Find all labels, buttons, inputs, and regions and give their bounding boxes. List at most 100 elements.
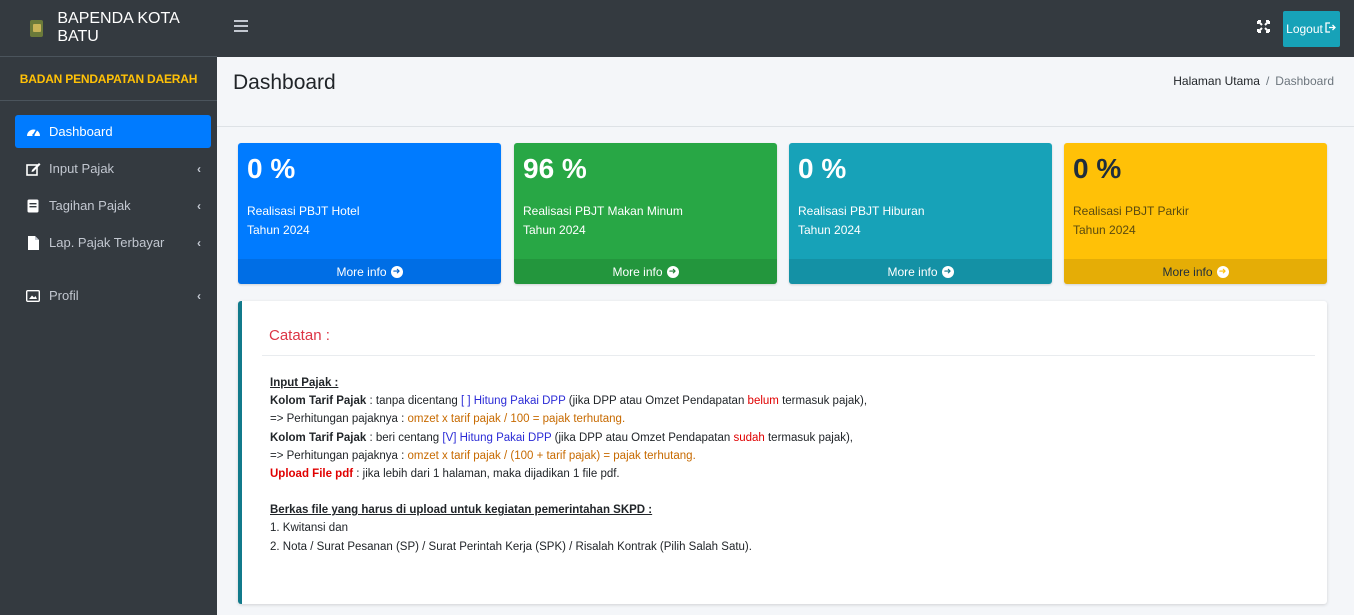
brand-title: BAPENDA KOTA BATU [57,10,179,45]
sidebar-nav: Dashboard Input Pajak ‹ Tagihan Pajak ‹ … [0,101,217,312]
sidebar-item-label: Tagihan Pajak [49,198,131,213]
stat-label: Realisasi PBJT Makan Minum Tahun 2024 [523,202,683,240]
stat-title: Realisasi PBJT Makan Minum [523,204,683,218]
stat-value: 0 % [247,153,296,184]
stat-year: Tahun 2024 [1073,223,1136,237]
sidebar-item-tagihan-pajak[interactable]: Tagihan Pajak ‹ [15,189,211,222]
file-icon [25,235,41,250]
edit-icon [25,162,41,176]
notes-spacer [270,483,867,501]
notes-checkbox-hint: [V] Hitung Pakai DPP [442,431,552,444]
notes-text: (jika DPP atau Omzet Pendapatan [565,395,748,408]
notes-line: Upload File pdf : jika lebih dari 1 hala… [270,465,867,483]
more-info-link[interactable]: More info ➜ [514,259,777,284]
stat-box-makan-minum: 96 % Realisasi PBJT Makan Minum Tahun 20… [514,143,777,284]
stat-title: Realisasi PBJT Hotel [247,204,360,218]
stat-year: Tahun 2024 [523,223,586,237]
sidebar-item-label: Dashboard [49,124,113,139]
more-info-label: More info [1162,264,1213,279]
chevron-left-icon: ‹ [197,235,201,250]
chevron-left-icon: ‹ [197,288,201,303]
notes-text: (jika DPP atau Omzet Pendapatan [551,431,734,444]
notes-highlight: sudah [733,431,765,444]
brand-link[interactable]: BAPENDA KOTA BATU [0,0,217,57]
sidebar-item-lap-pajak-terbayar[interactable]: Lap. Pajak Terbayar ‹ [15,226,211,259]
sidebar-item-label: Profil [49,288,79,303]
notes-line: Kolom Tarif Pajak : beri centang [V] Hit… [270,429,867,447]
stat-value: 0 % [1073,153,1122,184]
notes-text: termasuk pajak), [778,395,868,408]
notes-callout: Catatan : Input Pajak : Kolom Tarif Paja… [238,301,1327,604]
arrow-circle-right-icon: ➜ [666,265,679,278]
receipt-icon [25,199,41,213]
stat-title: Realisasi PBJT Parkir [1073,204,1189,218]
notes-checkbox-hint: [ ] Hitung Pakai DPP [460,395,566,408]
notes-body: Input Pajak : Kolom Tarif Pajak : tanpa … [270,374,867,556]
more-info-label: More info [887,264,938,279]
sidebar-item-label: Lap. Pajak Terbayar [49,235,165,250]
sidebar-item-profil[interactable]: Profil ‹ [15,279,211,312]
stat-year: Tahun 2024 [247,223,310,237]
notes-text: : tanpa dicentang [366,395,461,408]
breadcrumb-separator: / [1265,74,1270,88]
notes-list-item: 1. Kwitansi dan [270,522,348,535]
sidebar-item-input-pajak[interactable]: Input Pajak ‹ [15,152,211,185]
stat-box-hiburan: 0 % Realisasi PBJT Hiburan Tahun 2024 Mo… [789,143,1052,284]
org-label: BADAN PENDAPATAN DAERAH [19,71,198,86]
notes-formula: omzet x tarif pajak / 100 = pajak terhut… [407,413,626,426]
stat-value: 0 % [798,153,847,184]
stat-year: Tahun 2024 [798,223,861,237]
menu-toggle-icon[interactable] [234,20,248,32]
sidebar-item-dashboard[interactable]: Dashboard [15,115,211,148]
more-info-link[interactable]: More info ➜ [789,259,1052,284]
logout-button[interactable]: Logout [1283,11,1340,47]
notes-text: : beri centang [366,431,443,444]
dashboard-icon [25,125,41,139]
breadcrumb-home-link[interactable]: Halaman Utama [1173,74,1260,88]
notes-title: Catatan : [269,327,330,344]
top-navbar: Logout [217,0,1354,57]
id-card-icon [25,289,41,303]
stat-label: Realisasi PBJT Parkir Tahun 2024 [1073,202,1189,240]
arrow-circle-right-icon: ➜ [390,265,403,278]
breadcrumb: Halaman Utama / Dashboard [1173,74,1334,88]
more-info-link[interactable]: More info ➜ [238,259,501,284]
notes-text: => Perhitungan pajaknya : [270,449,408,462]
stat-value: 96 % [523,153,587,184]
sidebar: BAPENDA KOTA BATU BADAN PENDAPATAN DAERA… [0,0,217,615]
breadcrumb-current: Dashboard [1275,74,1334,88]
notes-line: => Perhitungan pajaknya : omzet x tarif … [270,410,867,428]
fullscreen-icon[interactable] [1257,20,1270,36]
chevron-left-icon: ‹ [197,161,201,176]
notes-divider [262,355,1315,356]
stat-box-hotel: 0 % Realisasi PBJT Hotel Tahun 2024 More… [238,143,501,284]
notes-term: Kolom Tarif Pajak [270,431,367,444]
notes-highlight: belum [747,395,779,408]
city-logo-icon [30,19,44,37]
sign-out-icon [1325,22,1337,36]
more-info-label: More info [336,264,387,279]
page-title: Dashboard [233,71,336,94]
more-info-label: More info [612,264,663,279]
notes-heading-input-pajak: Input Pajak : [270,377,339,389]
chevron-left-icon: ‹ [197,198,201,213]
arrow-circle-right-icon: ➜ [941,265,954,278]
notes-text: => Perhitungan pajaknya : [270,413,408,426]
notes-text: termasuk pajak), [764,431,853,444]
stat-label: Realisasi PBJT Hiburan Tahun 2024 [798,202,925,240]
org-name: BADAN PENDAPATAN DAERAH [0,57,217,101]
stat-label: Realisasi PBJT Hotel Tahun 2024 [247,202,360,240]
notes-term: Kolom Tarif Pajak [270,395,367,408]
sidebar-item-label: Input Pajak [49,161,115,176]
notes-formula: omzet x tarif pajak / (100 + tarif pajak… [407,449,696,462]
header-divider [217,126,1354,127]
notes-list-item: 2. Nota / Surat Pesanan (SP) / Surat Per… [270,540,752,553]
more-info-link[interactable]: More info ➜ [1064,259,1327,284]
notes-line: Kolom Tarif Pajak : tanpa dicentang [ ] … [270,392,867,410]
arrow-circle-right-icon: ➜ [1216,265,1229,278]
stat-title: Realisasi PBJT Hiburan [798,204,925,218]
notes-text: : jika lebih dari 1 halaman, maka dijadi… [353,468,620,481]
notes-heading-berkas: Berkas file yang harus di upload untuk k… [270,504,653,517]
stat-box-parkir: 0 % Realisasi PBJT Parkir Tahun 2024 Mor… [1064,143,1327,284]
